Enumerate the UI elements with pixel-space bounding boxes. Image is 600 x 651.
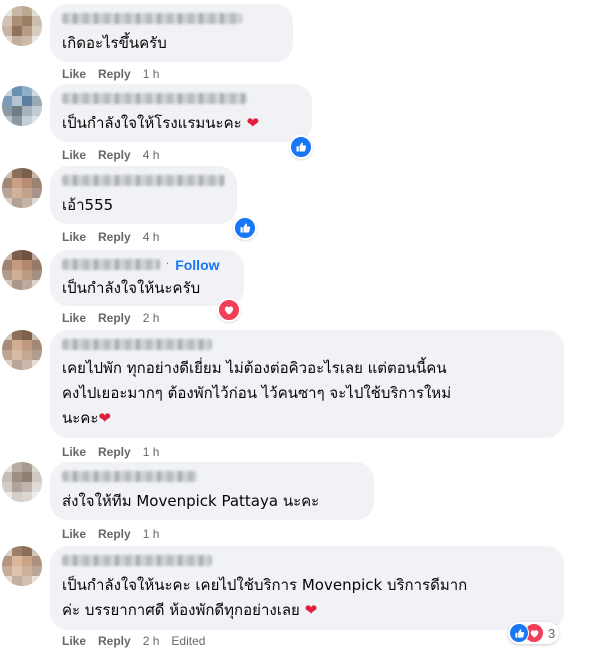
- reply-button[interactable]: Reply: [98, 148, 131, 162]
- edited-label[interactable]: Edited: [171, 634, 205, 648]
- comment-timestamp[interactable]: 4 h: [143, 148, 160, 162]
- like-button[interactable]: Like: [62, 148, 86, 162]
- like-button[interactable]: Like: [62, 634, 86, 648]
- reply-button[interactable]: Reply: [98, 311, 131, 325]
- comment-text: เอ้า555: [62, 196, 114, 214]
- avatar[interactable]: [2, 168, 42, 208]
- heart-emoji: ❤: [304, 601, 318, 619]
- comment-bubble: เป็นกำลังใจให้โรงแรมนะคะ ❤: [50, 84, 312, 142]
- commenter-name[interactable]: [62, 13, 242, 24]
- avatar[interactable]: [2, 86, 42, 126]
- comment-text: เป็นกำลังใจให้นะครับ: [62, 279, 201, 297]
- comment-bubble: เอ้า555: [50, 166, 237, 224]
- reply-button[interactable]: Reply: [98, 445, 131, 459]
- like-reaction-icon[interactable]: [289, 135, 313, 159]
- comment-bubble: · Follow เป็นกำลังใจให้นะครับ: [50, 250, 244, 306]
- heart-emoji: ❤: [246, 114, 260, 132]
- reply-button[interactable]: Reply: [98, 67, 131, 81]
- commenter-name[interactable]: [62, 93, 247, 104]
- like-button[interactable]: Like: [62, 311, 86, 325]
- reply-button[interactable]: Reply: [98, 527, 131, 541]
- avatar[interactable]: [2, 330, 42, 370]
- comment-text: เป็นกำลังใจให้โรงแรมนะคะ ❤: [62, 114, 260, 132]
- like-button[interactable]: Like: [62, 67, 86, 81]
- comment-bubble: ส่งใจให้ทีม Movenpick Pattaya นะคะ: [50, 462, 374, 520]
- comment-text: ส่งใจให้ทีม Movenpick Pattaya นะคะ: [62, 492, 320, 510]
- comment-timestamp[interactable]: 2 h: [143, 311, 160, 325]
- follow-button[interactable]: Follow: [175, 257, 219, 273]
- reaction-count: 3: [548, 625, 556, 641]
- like-reaction-icon[interactable]: [233, 216, 257, 240]
- avatar[interactable]: [2, 250, 42, 290]
- commenter-name[interactable]: [62, 175, 225, 186]
- heart-emoji: ❤: [98, 409, 111, 427]
- comment-text: เคยไปพัก ทุกอย่างดีเยี่ยม ไม่ต้องต่อคิวอ…: [62, 359, 452, 427]
- comment-timestamp[interactable]: 1 h: [143, 67, 160, 81]
- comment-bubble: เคยไปพัก ทุกอย่างดีเยี่ยม ไม่ต้องต่อคิวอ…: [50, 330, 564, 438]
- like-button[interactable]: Like: [62, 230, 86, 244]
- comment-bubble: เป็นกำลังใจให้นะคะ เคยไปใช้บริการ Movenp…: [50, 546, 564, 630]
- comment-text: เกิดอะไรขึ้นครับ: [62, 34, 167, 52]
- like-reaction-icon: [509, 623, 529, 643]
- comment-timestamp[interactable]: 2 h: [143, 634, 160, 648]
- avatar[interactable]: [2, 6, 42, 46]
- comment-timestamp[interactable]: 1 h: [143, 445, 160, 459]
- commenter-name[interactable]: [62, 471, 197, 482]
- avatar[interactable]: [2, 462, 42, 502]
- comment-text: เป็นกำลังใจให้นะคะ เคยไปใช้บริการ Movenp…: [62, 576, 468, 619]
- reply-button[interactable]: Reply: [98, 230, 131, 244]
- avatar[interactable]: [2, 546, 42, 586]
- commenter-name[interactable]: [62, 339, 212, 350]
- love-reaction-icon[interactable]: [217, 298, 241, 322]
- like-button[interactable]: Like: [62, 445, 86, 459]
- commenter-name[interactable]: [62, 259, 160, 270]
- comment-bubble: เกิดอะไรขึ้นครับ: [50, 4, 293, 62]
- comment-timestamp[interactable]: 1 h: [143, 527, 160, 541]
- commenter-name[interactable]: [62, 555, 212, 566]
- like-button[interactable]: Like: [62, 527, 86, 541]
- reply-button[interactable]: Reply: [98, 634, 131, 648]
- comment-timestamp[interactable]: 4 h: [143, 230, 160, 244]
- separator-dot: ·: [166, 259, 170, 270]
- reaction-summary[interactable]: 3: [508, 622, 560, 644]
